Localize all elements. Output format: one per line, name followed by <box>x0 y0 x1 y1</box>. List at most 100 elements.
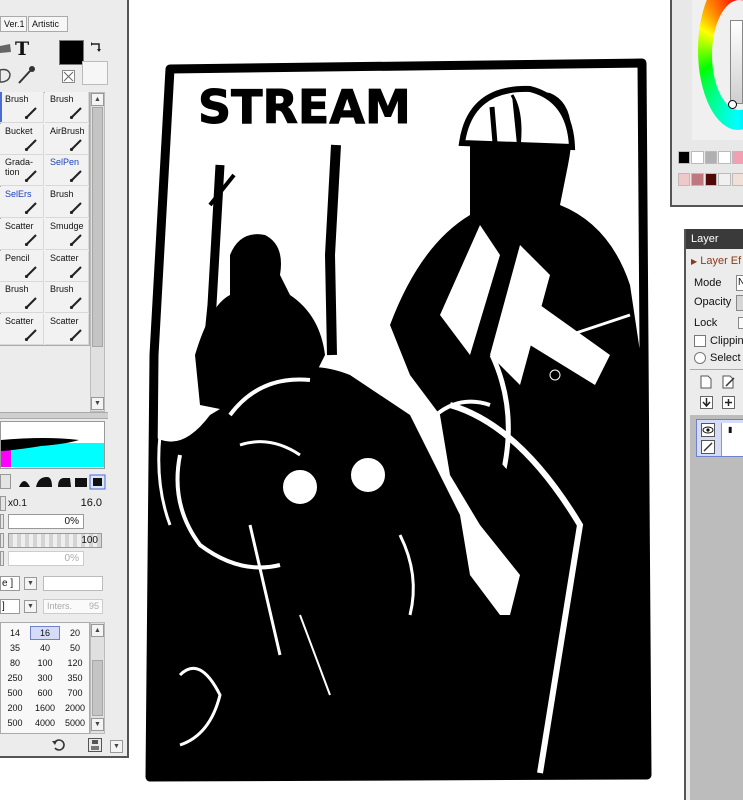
tool-selers[interactable]: SelErs <box>0 187 44 219</box>
brush-size-option[interactable]: 500 <box>0 686 30 700</box>
blend-dropdown[interactable]: e ] <box>0 576 20 591</box>
tab-artistic[interactable]: Artistic <box>28 16 68 32</box>
color-picker-marker[interactable] <box>728 100 737 109</box>
color-mode-box[interactable] <box>82 61 108 85</box>
transparent-color-icon[interactable] <box>62 70 75 83</box>
brush-size-option[interactable]: 80 <box>0 656 30 670</box>
tool-bucket[interactable]: Bucket <box>0 123 44 155</box>
scroll-up-arrow-icon[interactable]: ▲ <box>91 93 104 106</box>
tool-scatter[interactable]: Scatter <box>0 313 44 345</box>
tool-pencil[interactable]: Pencil <box>0 250 44 282</box>
size-scroll-down-arrow-icon[interactable]: ▼ <box>91 718 104 731</box>
color-swatch[interactable] <box>704 151 718 164</box>
scroll-thumb[interactable] <box>92 107 103 347</box>
tool-airbrush[interactable]: AirBrush <box>45 123 89 155</box>
panel-scroll-down-arrow-icon[interactable]: ▼ <box>110 740 123 753</box>
color-swatch[interactable] <box>731 173 743 186</box>
save-preset-icon[interactable] <box>88 738 102 752</box>
tool-selpen[interactable]: SelPen <box>45 155 89 187</box>
swap-colors-icon[interactable] <box>90 40 104 54</box>
move-icon[interactable] <box>0 40 12 60</box>
density-stepper[interactable] <box>0 514 4 529</box>
tool-scatter[interactable]: Scatter <box>0 218 44 250</box>
stroke-dropdown[interactable]: ] <box>0 599 20 614</box>
tool-scatter[interactable]: Scatter <box>45 250 89 282</box>
brush-size-option[interactable]: 120 <box>60 656 90 670</box>
shape-dropdown[interactable] <box>0 474 11 489</box>
color-swatch[interactable] <box>704 173 718 186</box>
brush-size-option[interactable]: 600 <box>30 686 60 700</box>
panel-splitter[interactable] <box>0 412 108 419</box>
color-square[interactable] <box>730 20 743 104</box>
tool-label: Brush <box>50 189 74 200</box>
color-swatch[interactable] <box>691 173 704 186</box>
min-size-stepper[interactable] <box>0 551 4 566</box>
blend-extra-field[interactable] <box>43 576 103 591</box>
merge-down-icon[interactable] <box>722 396 735 409</box>
tab-ver1[interactable]: Ver.1 <box>0 16 27 32</box>
brush-size-option[interactable]: 35 <box>0 641 30 655</box>
tool-scatter[interactable]: Scatter <box>45 313 89 345</box>
new-layer-icon[interactable] <box>700 375 712 389</box>
layer-row[interactable]: ▮ <box>696 419 743 457</box>
max-density-stepper[interactable] <box>0 533 4 548</box>
new-vector-layer-icon[interactable] <box>722 375 736 389</box>
text-tool-icon[interactable]: T <box>15 38 35 60</box>
size-value[interactable]: 16.0 <box>50 496 102 511</box>
layer-effect-toggle[interactable]: ▶ Layer Ef <box>691 254 743 268</box>
foreground-color[interactable] <box>59 40 84 65</box>
tool-grada-tion[interactable]: Grada- tion <box>0 155 44 187</box>
brush-size-option[interactable]: 100 <box>30 656 60 670</box>
canvas-artwork[interactable]: STREAM <box>140 55 660 785</box>
blend-dropdown-arrow-icon[interactable]: ▼ <box>24 577 37 590</box>
color-swatch[interactable] <box>678 173 691 186</box>
color-swatch[interactable] <box>718 151 731 164</box>
brush-size-option[interactable]: 4000 <box>30 716 60 730</box>
brush-size-option[interactable]: 500 <box>0 716 30 730</box>
opacity-slider[interactable] <box>736 295 743 311</box>
brush-size-option[interactable]: 2000 <box>60 701 90 715</box>
tool-brush[interactable]: Brush <box>0 282 44 314</box>
clipping-checkbox[interactable] <box>694 335 706 347</box>
size-scroll-thumb[interactable] <box>92 660 103 716</box>
tool-smudge[interactable]: Smudge <box>45 218 89 250</box>
brush-size-option[interactable]: 5000 <box>60 716 90 730</box>
lock-checkbox[interactable] <box>738 317 743 329</box>
brush-size-option[interactable]: 16 <box>30 626 60 640</box>
brush-size-option[interactable]: 200 <box>0 701 30 715</box>
color-swatch[interactable] <box>731 151 743 164</box>
brush-size-option[interactable]: 300 <box>30 671 60 685</box>
reset-icon[interactable] <box>52 738 66 752</box>
density-field[interactable]: 0% <box>8 514 84 529</box>
size-scroll-up-arrow-icon[interactable]: ▲ <box>91 624 104 637</box>
brush-size-option[interactable]: 350 <box>60 671 90 685</box>
size-multiplier[interactable]: x0.1 <box>8 496 48 511</box>
color-swatch[interactable] <box>691 151 704 164</box>
brush-size-option[interactable]: 40 <box>30 641 60 655</box>
visibility-eye-icon[interactable] <box>701 423 715 437</box>
eyedropper-icon[interactable] <box>15 64 37 86</box>
brush-size-option[interactable]: 1600 <box>30 701 60 715</box>
mode-dropdown[interactable]: N <box>736 275 743 291</box>
brush-shape-selector[interactable] <box>16 473 106 490</box>
brush-size-option[interactable]: 20 <box>60 626 90 640</box>
brush-size-option[interactable]: 14 <box>0 626 30 640</box>
inters-field[interactable]: Inters. 95 <box>43 599 103 614</box>
select-source-radio[interactable] <box>694 352 706 364</box>
brush-size-option[interactable]: 700 <box>60 686 90 700</box>
transfer-down-icon[interactable] <box>700 396 713 409</box>
min-size-field[interactable]: 0% <box>8 551 84 566</box>
brush-size-option[interactable]: 50 <box>60 641 90 655</box>
scroll-down-arrow-icon[interactable]: ▼ <box>91 397 104 410</box>
tool-brush[interactable]: Brush <box>45 282 89 314</box>
color-swatch[interactable] <box>718 173 731 186</box>
hand-icon[interactable] <box>0 66 12 84</box>
brush-size-option[interactable]: 250 <box>0 671 30 685</box>
color-swatch[interactable] <box>678 151 691 164</box>
size-stepper[interactable] <box>0 496 6 511</box>
tool-brush[interactable]: Brush <box>45 92 89 123</box>
tool-brush[interactable]: Brush <box>45 187 89 219</box>
stroke-dropdown-arrow-icon[interactable]: ▼ <box>24 600 37 613</box>
tool-brush[interactable]: Brush <box>0 92 44 123</box>
max-density-slider[interactable]: 100 <box>8 533 102 548</box>
